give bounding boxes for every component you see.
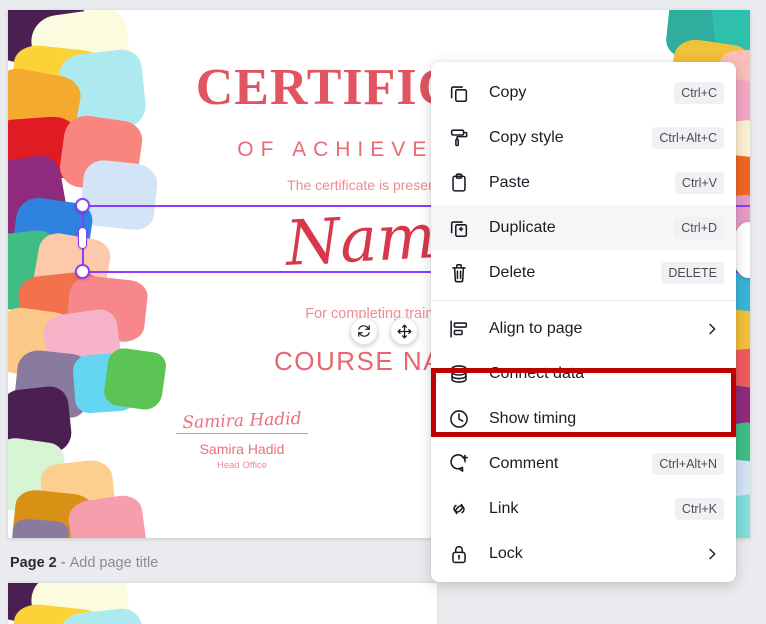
menu-item-shortcut: Ctrl+C: [674, 81, 724, 104]
menu-item-connect-data[interactable]: Connect data: [431, 351, 736, 396]
signature-role: Head Office: [217, 460, 267, 472]
database-icon: [451, 364, 467, 383]
menu-item-label: Copy style: [489, 128, 564, 146]
clipboard-icon: [447, 171, 471, 195]
menu-item-label: Lock: [489, 544, 523, 562]
menu-item-shortcut: Ctrl+D: [674, 216, 724, 239]
menu-item-shortcut: Ctrl+Alt+N: [652, 452, 724, 475]
database-icon: [447, 362, 471, 386]
menu-item-show-timing[interactable]: Show timing: [431, 396, 736, 441]
menu-item-paste[interactable]: Paste Ctrl+V: [431, 160, 736, 205]
menu-item-shortcut: Ctrl+V: [674, 171, 724, 194]
menu-item-link[interactable]: Link Ctrl+K: [431, 486, 736, 531]
signature-rule: [176, 432, 308, 435]
rotate-button[interactable]: [350, 317, 378, 345]
menu-item-label: Duplicate: [489, 218, 556, 236]
menu-item-shortcut: Ctrl+K: [674, 497, 724, 520]
menu-item-label: Align to page: [489, 319, 583, 337]
copy-icon: [447, 81, 471, 105]
menu-item-duplicate[interactable]: Duplicate Ctrl+D: [431, 205, 736, 250]
menu-item-label: Copy: [489, 83, 527, 101]
clipboard-icon: [452, 172, 466, 192]
decor-shape: [10, 518, 70, 538]
comment-icon: [447, 452, 471, 476]
selection-handle-left-middle[interactable]: [78, 227, 87, 249]
menu-item-delete[interactable]: Delete DELETE: [431, 250, 736, 295]
menu-item-lock[interactable]: Lock: [431, 531, 736, 576]
signature-name: Samira Hadid: [199, 441, 285, 458]
trash-icon: [447, 261, 471, 285]
lock-icon: [447, 542, 471, 566]
menu-item-copy-style[interactable]: Copy style Ctrl+Alt+C: [431, 115, 736, 160]
align-icon: [447, 317, 471, 341]
link-icon: [453, 503, 465, 514]
context-menu[interactable]: Copy Ctrl+C Copy style Ctrl+Alt+C Paste Ctrl+…: [431, 62, 736, 582]
copy-icon: [450, 85, 468, 102]
chevron-right-icon: [704, 546, 724, 562]
page-title-bar[interactable]: Page 2 - Add page title: [0, 545, 437, 581]
menu-item-label: Connect data: [489, 364, 585, 382]
menu-item-comment[interactable]: Comment Ctrl+Alt+N: [431, 441, 736, 486]
duplicate-icon: [447, 216, 471, 240]
selection-handle-top-left[interactable]: [75, 198, 90, 213]
paint-roller-icon: [447, 126, 471, 150]
menu-item-shortcut: DELETE: [661, 261, 724, 284]
move-button[interactable]: [390, 317, 418, 345]
page-number: Page 2: [10, 555, 57, 571]
chevron-right-icon: [704, 321, 724, 337]
clock-icon: [447, 407, 471, 431]
page-title-input[interactable]: Add page title: [70, 555, 159, 571]
menu-divider: [431, 300, 736, 301]
menu-item-label: Delete: [489, 263, 536, 281]
signature-script: Samira Hadid: [182, 408, 302, 434]
trash-icon: [452, 263, 466, 282]
menu-item-shortcut: Ctrl+Alt+C: [652, 126, 724, 149]
link-icon: [447, 497, 471, 521]
menu-item-label: Link: [489, 499, 519, 517]
align-icon: [450, 320, 468, 337]
rotate-icon: [358, 325, 370, 337]
paint-roller-icon: [450, 128, 468, 146]
menu-item-label: Paste: [489, 173, 530, 191]
menu-item-align-to-page[interactable]: Align to page: [431, 306, 736, 351]
move-icon: [397, 324, 411, 338]
menu-item-copy[interactable]: Copy Ctrl+C: [431, 70, 736, 115]
page-title-dash: -: [60, 555, 66, 571]
selection-handle-bottom-left[interactable]: [75, 264, 90, 279]
comment-icon: [450, 453, 468, 472]
next-page-canvas[interactable]: [8, 583, 437, 624]
design-editor-window: CERTIFICATE OF ACHIEVEMENT The certifica…: [0, 0, 766, 624]
clock-icon: [450, 409, 468, 428]
signature-block: Samira Hadid Samira Hadid Head Office: [176, 408, 308, 472]
duplicate-icon: [450, 220, 468, 237]
menu-item-label: Show timing: [489, 409, 577, 427]
lock-icon: [452, 545, 466, 563]
menu-item-label: Comment: [489, 454, 559, 472]
